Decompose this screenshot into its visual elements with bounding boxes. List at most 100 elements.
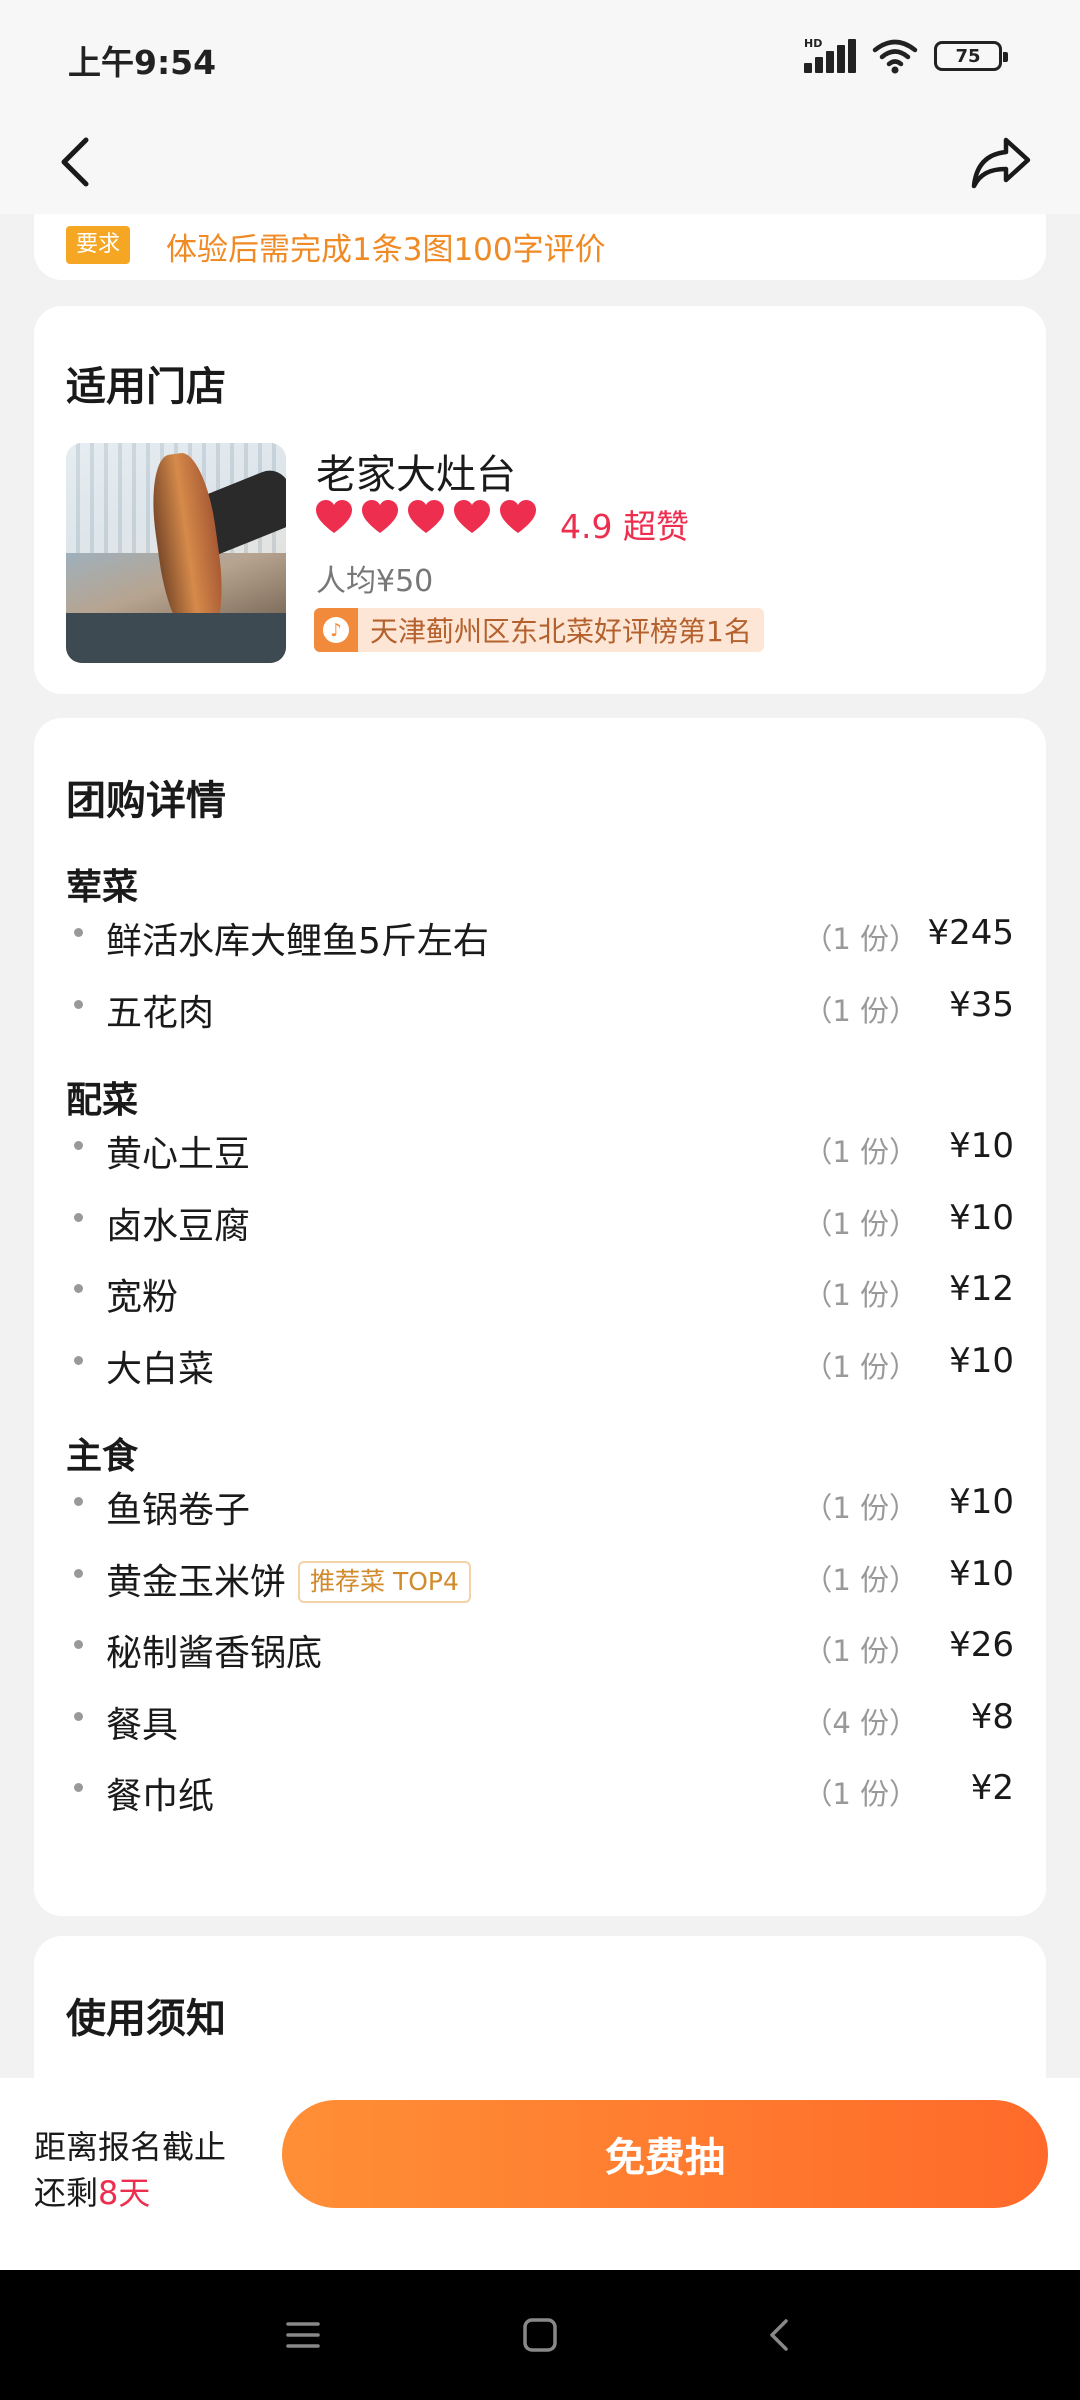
item-name-text: 大白菜 — [106, 1348, 215, 1390]
item-name: 黄金玉米饼 推荐菜 TOP4 — [106, 1553, 471, 1605]
heart-icon — [408, 500, 444, 533]
item-name: 鲜活水库大鲤鱼5斤左右 — [106, 912, 489, 964]
detail-item-row: 卤水豆腐 （1 份） ¥10 — [34, 1189, 1046, 1249]
heart-icon — [316, 500, 352, 533]
detail-item-row: 鲜活水库大鲤鱼5斤左右 （1 份） ¥245 — [34, 904, 1046, 964]
detail-item-row: 大白菜 （1 份） ¥10 — [34, 1332, 1046, 1392]
item-price: ¥8 — [970, 1696, 1014, 1737]
bullet-icon — [74, 1141, 83, 1150]
rating-hearts — [314, 498, 538, 536]
item-quantity: （1 份） — [803, 922, 918, 956]
store-rating: 4.9 超赞 — [560, 507, 689, 546]
bullet-icon — [74, 1497, 83, 1506]
rank-text: 天津蓟州区东北菜好评榜第1名 — [370, 615, 752, 648]
detail-item-row: 秘制酱香锅底 （1 份） ¥26 — [34, 1616, 1046, 1676]
item-name: 秘制酱香锅底 — [106, 1624, 322, 1676]
content-area[interactable]: 要求 体验后需完成1条3图100字评价 适用门店 老家大灶台 4.9 超赞 人均… — [0, 214, 1080, 2078]
status-time: 上午9:54 — [68, 43, 217, 82]
store-card[interactable]: 适用门店 老家大灶台 4.9 超赞 人均¥50 ♪ 天津蓟州区东北菜好评榜第1名 — [34, 306, 1046, 694]
item-quantity: （1 份） — [803, 1777, 918, 1811]
free-draw-button[interactable]: 免费抽 — [282, 2100, 1048, 2208]
bullet-icon — [74, 1355, 83, 1365]
item-price: ¥12 — [949, 1269, 1014, 1309]
notice-title: 使用须知 — [66, 1996, 226, 2042]
signal-icon: HD — [804, 37, 856, 73]
recommend-tag: 推荐菜 TOP4 — [298, 1560, 471, 1603]
detail-item-row: 宽粉 （1 份） ¥12 — [34, 1260, 1046, 1320]
store-name[interactable]: 老家大灶台 — [316, 442, 516, 500]
bullet-icon — [74, 928, 83, 937]
item-name-text: 黄心土豆 — [106, 1134, 251, 1175]
item-name-text: 餐具 — [106, 1704, 179, 1746]
menu-icon[interactable] — [282, 2314, 324, 2356]
rank-badge[interactable]: ♪ 天津蓟州区东北菜好评榜第1名 — [314, 608, 764, 652]
item-quantity: （1 份） — [803, 1349, 918, 1384]
store-avg-price: 人均¥50 — [316, 564, 434, 599]
share-icon[interactable] — [966, 128, 1036, 194]
item-name: 大白菜 — [106, 1340, 214, 1392]
bullet-icon — [74, 1284, 83, 1293]
item-price: ¥10 — [949, 1482, 1014, 1522]
item-price: ¥10 — [949, 1340, 1014, 1381]
status-bar: 上午9:54 HD 75 — [0, 0, 1080, 118]
store-photo[interactable] — [66, 443, 286, 663]
deadline-text: 距离报名截止 还剩8天 — [34, 2124, 226, 2216]
item-name-text: 卤水豆腐 — [106, 1205, 251, 1247]
detail-item-row: 黄心土豆 （1 份） ¥10 — [34, 1117, 1046, 1177]
item-quantity: （1 份） — [803, 1135, 918, 1169]
item-name: 五花肉 — [106, 984, 214, 1036]
back-arrow-icon[interactable] — [52, 126, 100, 198]
status-icons: HD 75 — [804, 37, 1008, 74]
heart-icon — [454, 500, 490, 533]
item-quantity: （1 份） — [803, 1206, 918, 1241]
hd-label: HD — [804, 37, 823, 50]
bullet-icon — [74, 999, 83, 1009]
store-section-title: 适用门店 — [66, 364, 226, 410]
item-name-text: 黄金玉米饼 — [106, 1561, 287, 1603]
battery-icon: 75 — [934, 41, 1008, 71]
detail-item-row: 黄金玉米饼 推荐菜 TOP4 （1 份） ¥10 — [34, 1545, 1046, 1605]
item-quantity: （1 份） — [803, 993, 918, 1028]
heart-icon — [500, 500, 536, 533]
detail-section-title: 团购详情 — [66, 778, 226, 824]
item-name-text: 宽粉 — [106, 1277, 179, 1318]
detail-item-row: 五花肉 （1 份） ¥35 — [34, 976, 1046, 1036]
item-price: ¥2 — [970, 1768, 1014, 1808]
wifi-icon — [872, 39, 918, 74]
item-name: 黄心土豆 — [106, 1125, 250, 1177]
item-price: ¥10 — [949, 1197, 1014, 1238]
item-price: ¥10 — [949, 1553, 1014, 1594]
bullet-icon — [74, 1640, 83, 1649]
bullet-icon — [74, 1212, 83, 1222]
item-price: ¥26 — [949, 1625, 1014, 1665]
bullet-icon — [74, 1568, 83, 1578]
detail-category-title: 主食 — [66, 1436, 139, 1477]
requirement-text: 体验后需完成1条3图100字评价 — [166, 232, 606, 268]
detail-category-title: 荤菜 — [66, 867, 139, 908]
nav-bar — [0, 118, 1080, 214]
requirement-card: 要求 体验后需完成1条3图100字评价 — [34, 214, 1046, 280]
requirement-badge: 要求 — [66, 226, 131, 264]
item-name-text: 秘制酱香锅底 — [106, 1633, 323, 1674]
detail-item-row: 餐具 （4 份） ¥8 — [34, 1688, 1046, 1748]
item-quantity: （1 份） — [803, 1491, 918, 1525]
item-name: 宽粉 — [106, 1268, 178, 1320]
item-price: ¥245 — [927, 913, 1014, 953]
item-name: 鱼锅卷子 — [106, 1481, 250, 1533]
item-name-text: 鱼锅卷子 — [106, 1490, 251, 1531]
item-name-text: 鲜活水库大鲤鱼5斤左右 — [106, 921, 489, 962]
home-icon[interactable] — [519, 2314, 561, 2356]
deadline-days: 8天 — [98, 2174, 151, 2212]
group-buy-detail-card: 团购详情 荤菜 鲜活水库大鲤鱼5斤左右 （1 份） ¥245 五花肉 （1 份） ¥35 配菜… — [34, 718, 1046, 1916]
system-nav-bar — [0, 2270, 1080, 2400]
bullet-icon — [74, 1711, 83, 1721]
heart-icon — [362, 500, 398, 533]
battery-level: 75 — [955, 45, 981, 67]
item-quantity: （1 份） — [803, 1562, 918, 1597]
deadline-prefix: 还剩 — [34, 2174, 99, 2212]
detail-item-row: 鱼锅卷子 （1 份） ¥10 — [34, 1473, 1046, 1533]
detail-item-row: 餐巾纸 （1 份） ¥2 — [34, 1759, 1046, 1819]
back-nav-icon[interactable] — [760, 2314, 802, 2356]
douyin-icon: ♪ — [314, 608, 358, 652]
notice-card: 使用须知 — [34, 1936, 1046, 2078]
